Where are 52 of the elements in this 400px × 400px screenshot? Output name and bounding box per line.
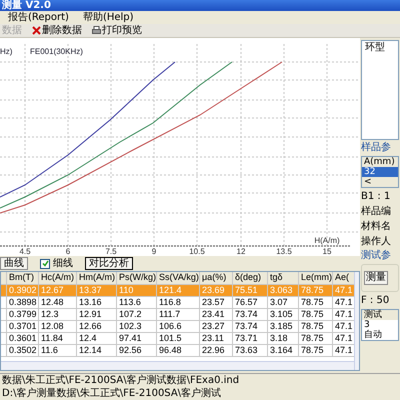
menu-item[interactable]: 帮助(Help) — [82, 12, 134, 24]
table-cell: 73.63 — [233, 345, 268, 357]
axis-tick-label: 10.5 — [189, 247, 205, 256]
table-row[interactable]: 0.3601 11.84 12.4 97.41 101.5 23.11 73.71 3.18 78.75 47.1 — [1, 333, 354, 345]
table-cell: 78.75 — [299, 345, 333, 357]
table-cell: 测试 — [362, 310, 398, 320]
printer-icon — [92, 26, 101, 35]
axis-tick-label: 15 — [322, 247, 332, 256]
status-text: 数据\朱工正式\FE-2100SA\客户测试数据\FExa0.ind — [1, 374, 240, 387]
checkbox-label: 细线 — [53, 258, 73, 269]
checkbox[interactable] — [40, 258, 50, 268]
table-row[interactable]: 0.3898 12.48 13.16 113.6 116.8 23.57 76.57 3.07 78.75 47.1 — [1, 297, 354, 309]
table-row[interactable]: 0.3701 12.08 12.66 102.3 106.6 23.27 73.74 3.185 78.75 47.1 — [1, 321, 354, 333]
axis-tick-label: 4.5 — [19, 247, 31, 256]
field-label: 材料名 — [361, 220, 392, 233]
menu-item[interactable]: 报告(Report) — [8, 12, 69, 24]
table-cell: 96.48 — [157, 345, 200, 357]
table-cell: 12.14 — [77, 345, 117, 357]
legend-label: FE001(30KHz) — [30, 47, 83, 56]
delete-icon — [32, 26, 41, 35]
window-title: 测量 V2.0 — [0, 0, 400, 11]
frequency-label: F : 50 — [361, 294, 390, 307]
table-row[interactable]: 0.3502 11.6 12.14 92.56 96.48 22.96 73.63 3.164 78.75 47.1 — [1, 345, 354, 357]
toolbar-button[interactable]: 打印预览 — [90, 24, 144, 36]
compare-button[interactable]: 对比分析 — [85, 257, 133, 270]
table-row[interactable]: 32 — [362, 167, 398, 177]
field-label: B1 : 1 — [361, 190, 392, 203]
horizontal-scrollbar[interactable] — [1, 361, 354, 370]
measure-button[interactable]: 测量 — [364, 271, 388, 285]
toolbar-button[interactable]: 删除数据 — [30, 24, 84, 36]
field-label: 样品编 — [361, 205, 392, 218]
axis-tick-label: 7.5 — [105, 247, 117, 256]
field-label: 操作人 — [361, 235, 392, 248]
table-cell: 22.96 — [200, 345, 233, 357]
axis-tick-label: 13.5 — [276, 247, 292, 256]
vertical-scrollbar[interactable] — [354, 272, 359, 370]
status-text: D:\客户测量数据\朱工正式\FE-2100SA\客户测试 — [1, 387, 222, 400]
curve-button[interactable]: 曲线 — [0, 257, 28, 270]
axis-tick-label: 9 — [152, 247, 156, 256]
axis-tick-label: 12 — [236, 247, 246, 256]
table-cell: 92.56 — [117, 345, 157, 357]
table-cell: 11.6 — [39, 345, 77, 357]
column-header[interactable]: A(mm) — [362, 157, 398, 167]
group-label: 样品参 — [361, 142, 392, 154]
axis-title: H(A/m) — [314, 236, 340, 245]
shape-box: 环型 — [361, 40, 399, 140]
group-label: 测试参 — [361, 250, 392, 262]
axis-tick-label: 6 — [66, 247, 70, 256]
table-cell: 3.164 — [268, 345, 299, 357]
legend-label: Hz) — [0, 47, 12, 56]
table-cell: 0.3502 — [7, 345, 39, 357]
table-row[interactable]: 0.3799 12.3 12.91 107.2 111.7 23.41 73.74 3.105 78.75 47.1 — [1, 309, 354, 321]
